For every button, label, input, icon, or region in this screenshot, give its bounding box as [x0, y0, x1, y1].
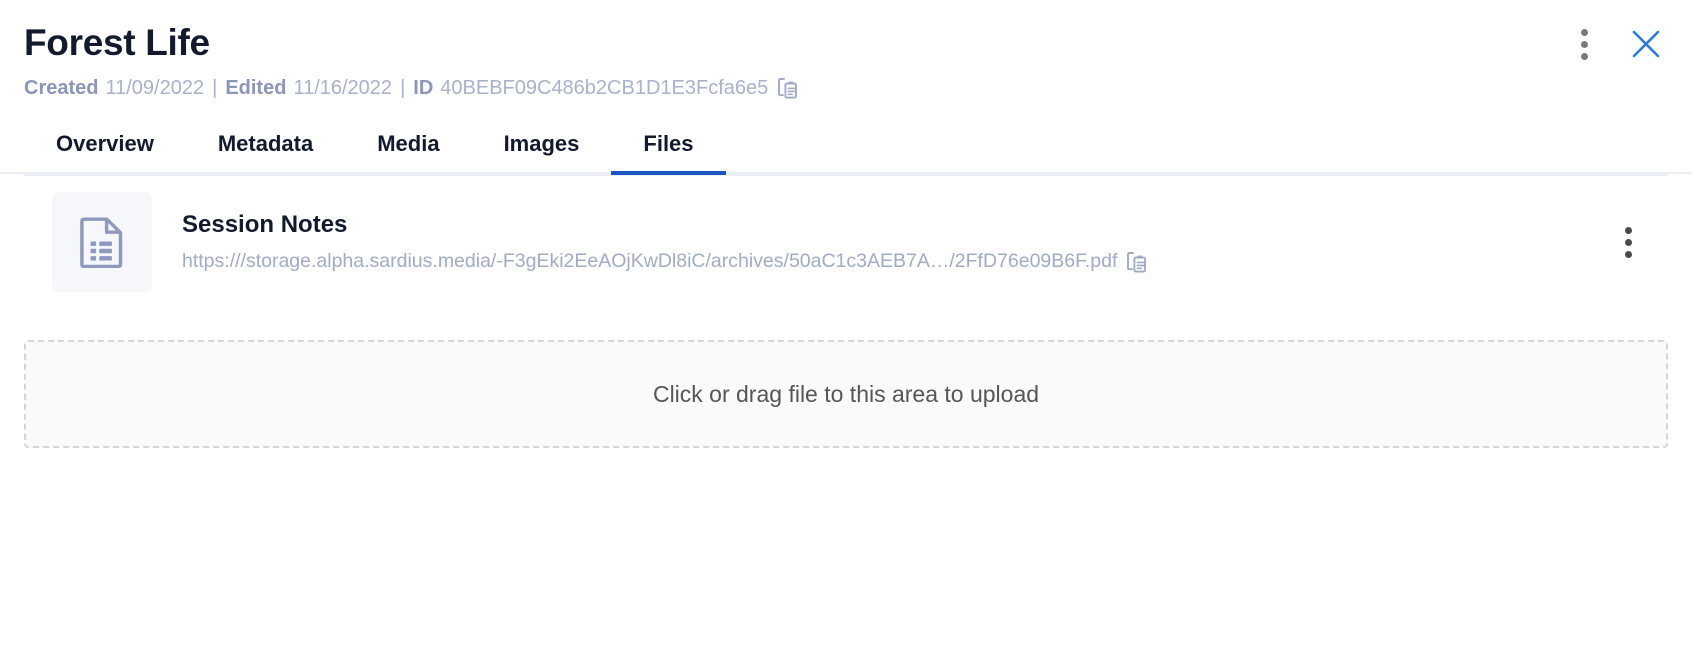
tab-files[interactable]: Files — [611, 119, 726, 175]
tab-bar: Overview Metadata Media Images Files — [0, 119, 1692, 175]
tab-overview[interactable]: Overview — [24, 119, 186, 175]
file-url-line: https:///storage.alpha.sardius.media/-F3… — [182, 249, 1619, 274]
file-detail-panel: Forest Life Created 11/09/2022 | Edited … — [0, 0, 1692, 658]
created-label: Created — [24, 77, 99, 99]
kebab-dot — [1625, 238, 1632, 246]
id-value: 40BEBF09C486b2CB1D1E3Fcfa6e5 — [440, 77, 769, 99]
edited-value: 11/16/2022 — [293, 77, 393, 99]
copy-id-icon[interactable] — [777, 77, 799, 101]
kebab-dot — [1581, 28, 1588, 36]
panel-header: Forest Life Created 11/09/2022 | Edited … — [0, 0, 1692, 101]
files-list: Session Notes https:///storage.alpha.sar… — [0, 174, 1692, 310]
document-list-icon — [80, 217, 123, 268]
close-icon[interactable] — [1624, 22, 1668, 66]
file-thumbnail — [52, 192, 152, 292]
file-info: Session Notes https:///storage.alpha.sar… — [182, 210, 1619, 274]
kebab-dot — [1581, 40, 1588, 48]
file-upload-dropzone[interactable]: Click or drag file to this area to uploa… — [24, 340, 1668, 448]
file-name: Session Notes — [182, 211, 348, 238]
file-more-menu-icon[interactable] — [1619, 223, 1638, 262]
kebab-dot — [1625, 250, 1632, 258]
page-title: Forest Life — [24, 22, 210, 63]
id-label: ID — [413, 77, 434, 99]
created-value: 11/09/2022 — [105, 77, 205, 99]
file-url[interactable]: https:///storage.alpha.sardius.media/-F3… — [182, 249, 1117, 274]
kebab-dot — [1625, 226, 1632, 234]
metadata-separator-2: | — [400, 77, 406, 99]
tab-metadata[interactable]: Metadata — [186, 119, 345, 175]
header-actions — [1575, 22, 1668, 66]
copy-url-icon[interactable] — [1126, 251, 1148, 275]
metadata-line: Created 11/09/2022 | Edited 11/16/2022 |… — [24, 75, 1668, 101]
metadata-separator-1: | — [212, 77, 218, 99]
panel-more-menu-icon[interactable] — [1575, 25, 1594, 64]
file-list-item[interactable]: Session Notes https:///storage.alpha.sar… — [24, 176, 1668, 310]
edited-label: Edited — [225, 77, 287, 99]
tab-media[interactable]: Media — [345, 119, 471, 175]
tab-images[interactable]: Images — [472, 119, 612, 175]
kebab-dot — [1581, 52, 1588, 60]
dropzone-label: Click or drag file to this area to uploa… — [652, 380, 1040, 407]
